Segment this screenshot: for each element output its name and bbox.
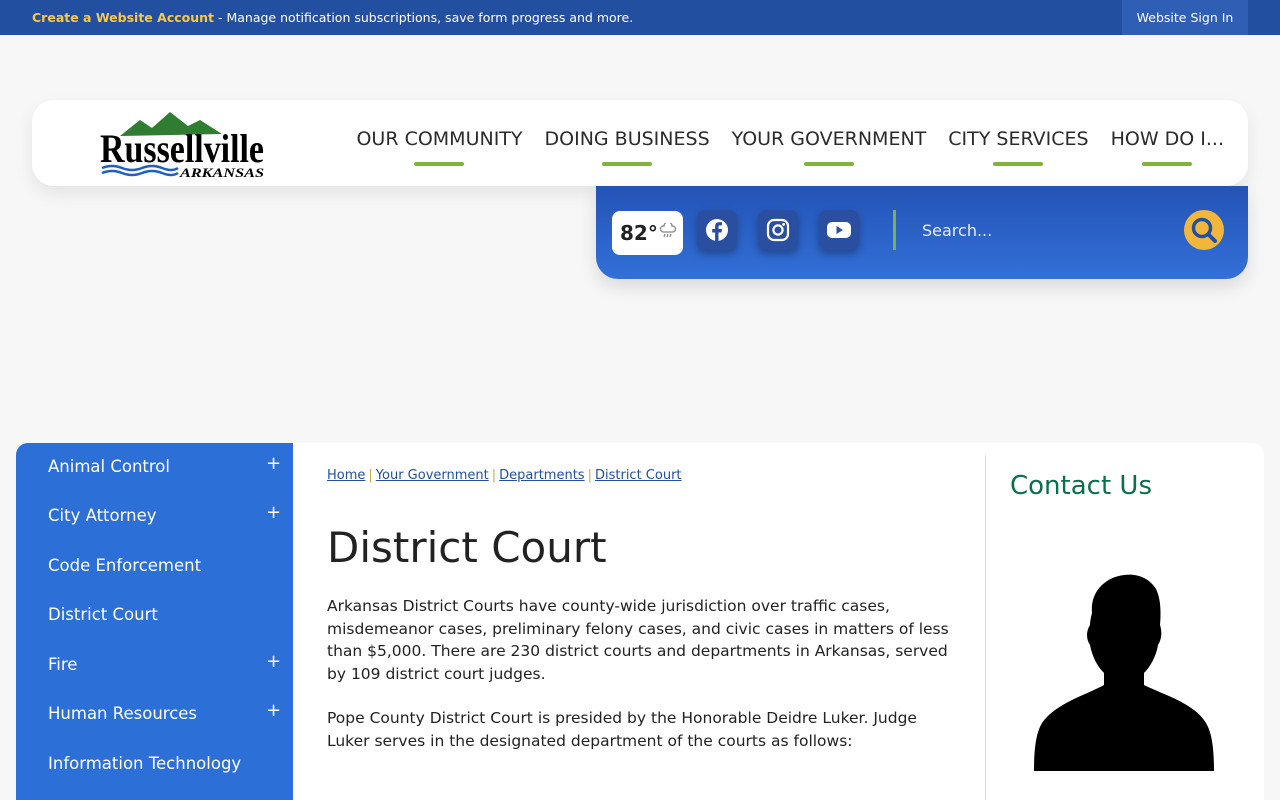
search-icon — [1191, 217, 1217, 243]
page-title: District Court — [327, 523, 607, 572]
main-content: Home | Your Government | Departments | Distric… — [293, 443, 1264, 800]
breadcrumb: Home | Your Government | Departments | Distric… — [327, 468, 682, 483]
account-message-text: - Manage notification subscriptions, sav… — [214, 10, 634, 25]
body-paragraph: Pope County District Court is presided b… — [327, 709, 917, 750]
sidebar-nav: Animal Control + City Attorney + Code En… — [16, 443, 293, 800]
sidebar-item-human-resources[interactable]: Human Resources + — [16, 690, 293, 739]
sidebar-item-district-court[interactable]: District Court — [16, 591, 293, 640]
search-input[interactable] — [908, 212, 1188, 248]
breadcrumb-your-government[interactable]: Your Government — [376, 468, 489, 483]
breadcrumb-separator: | — [587, 468, 592, 483]
weather-widget[interactable]: 82° — [612, 211, 683, 255]
page-body: Arkansas District Courts have county-wid… — [327, 595, 957, 774]
rain-cloud-icon — [659, 221, 677, 243]
breadcrumb-district-court[interactable]: District Court — [595, 468, 682, 483]
nav-doing-business[interactable]: DOING BUSINESS — [545, 128, 710, 166]
breadcrumb-home[interactable]: Home — [327, 468, 365, 483]
instagram-icon[interactable] — [758, 210, 798, 250]
sign-in-button[interactable]: Website Sign In — [1122, 0, 1248, 35]
nav-our-community[interactable]: OUR COMMUNITY — [356, 128, 522, 166]
person-silhouette-icon — [1034, 573, 1216, 773]
expand-icon[interactable]: + — [266, 502, 281, 523]
breadcrumb-departments[interactable]: Departments — [499, 468, 584, 483]
nav-your-government[interactable]: YOUR GOVERNMENT — [732, 128, 927, 166]
breadcrumb-separator: | — [368, 468, 373, 483]
sidebar-item-information-technology[interactable]: Information Technology — [16, 740, 293, 789]
site-header: Russellville ARKANSAS OUR COMMUNITY DOIN… — [32, 100, 1248, 186]
sidebar-item-label: City Attorney — [48, 506, 157, 525]
search-button[interactable] — [1184, 210, 1224, 250]
expand-icon[interactable]: + — [266, 700, 281, 721]
svg-text:ARKANSAS: ARKANSAS — [179, 165, 264, 178]
nav-how-do-i[interactable]: HOW DO I... — [1111, 128, 1224, 166]
sidebar-item-label: District Court — [48, 605, 158, 624]
contact-us-heading: Contact Us — [1010, 471, 1152, 501]
sidebar-item-label: Animal Control — [48, 457, 170, 476]
create-account-link[interactable]: Create a Website Account — [32, 10, 214, 25]
sidebar-item-animal-control[interactable]: Animal Control + — [16, 443, 293, 492]
sidebar-item-label: Fire — [48, 655, 78, 674]
toolbar-divider — [893, 210, 896, 250]
sidebar-item-code-enforcement[interactable]: Code Enforcement — [16, 542, 293, 591]
account-message: Create a Website Account - Manage notifi… — [32, 10, 633, 25]
body-paragraph: Arkansas District Courts have county-wid… — [327, 597, 949, 683]
sidebar-item-label: Human Resources — [48, 704, 198, 723]
utility-bar: 82° — [596, 186, 1248, 279]
expand-icon[interactable]: + — [266, 453, 281, 474]
top-bar: Create a Website Account - Manage notifi… — [0, 0, 1280, 35]
sidebar-item-label: Information Technology — [48, 754, 242, 773]
sidebar-item-city-attorney[interactable]: City Attorney + — [16, 492, 293, 541]
expand-icon[interactable]: + — [266, 651, 281, 672]
main-nav: OUR COMMUNITY DOING BUSINESS YOUR GOVERN… — [356, 128, 1224, 166]
facebook-icon[interactable] — [697, 210, 737, 250]
youtube-icon[interactable] — [819, 210, 859, 250]
breadcrumb-separator: | — [491, 468, 497, 483]
sidebar-item-fire[interactable]: Fire + — [16, 641, 293, 690]
nav-city-services[interactable]: CITY SERVICES — [948, 128, 1088, 166]
temperature: 82° — [620, 221, 658, 245]
column-divider — [985, 455, 986, 800]
site-logo[interactable]: Russellville ARKANSAS — [100, 106, 266, 180]
sidebar-item-label: Code Enforcement — [48, 556, 202, 575]
